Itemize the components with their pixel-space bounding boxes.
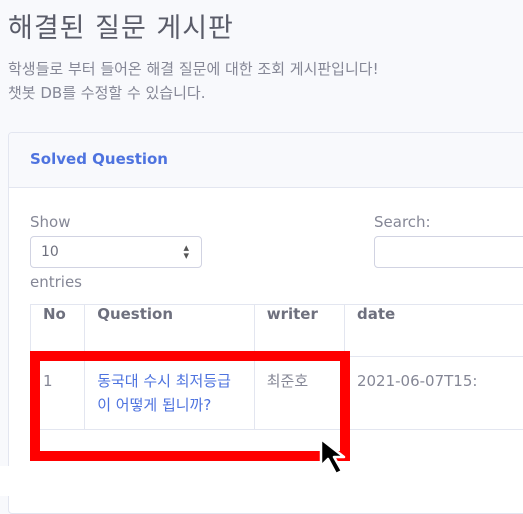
mouse-pointer-icon [318, 436, 358, 478]
entries-select[interactable]: 10 ▴▾ [30, 236, 202, 268]
column-header-no[interactable]: No [31, 305, 85, 357]
description-line-1: 학생들로 부터 들어온 해결 질문에 대한 조회 게시판입니다! [8, 57, 379, 81]
column-header-date[interactable]: date [344, 305, 523, 357]
sort-caret-icon: ▴▾ [183, 244, 189, 260]
search-input[interactable] [374, 236, 523, 268]
description-line-2: 챗봇 DB를 수정할 수 있습니다. [8, 81, 379, 105]
table-header-row: No Question writer date [31, 305, 523, 357]
search-label: Search: [374, 213, 431, 231]
highlight-box [30, 351, 350, 461]
show-label: Show [30, 213, 70, 231]
entries-select-value: 10 [41, 244, 59, 260]
card-header: Solved Question [9, 133, 523, 188]
cell-date: 2021-06-07T15: [344, 357, 523, 430]
page-description: 학생들로 부터 들어온 해결 질문에 대한 조회 게시판입니다! 챗봇 DB를 … [8, 57, 379, 105]
entries-label: entries [30, 273, 82, 291]
page-bottom-area [0, 466, 523, 496]
column-header-writer[interactable]: writer [254, 305, 344, 357]
page-title: 해결된 질문 게시판 [8, 6, 234, 45]
card-title: Solved Question [30, 150, 168, 168]
column-header-question[interactable]: Question [85, 305, 255, 357]
